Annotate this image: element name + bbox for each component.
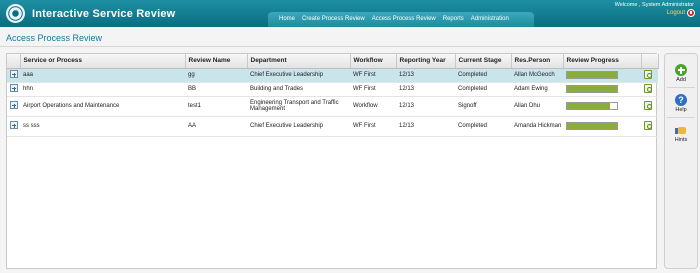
cell-service: ss sss — [20, 116, 185, 137]
review-progress-bar — [566, 122, 618, 130]
cell-department: Engineering Transport and Traffic Manage… — [247, 96, 350, 117]
cell-workflow: WF First — [350, 116, 396, 137]
progress-fill — [567, 72, 617, 78]
help-button[interactable]: ? Help — [665, 90, 697, 116]
review-grid: Service or Process Review Name Departmen… — [6, 53, 659, 269]
add-icon — [675, 64, 687, 76]
cell-department: Chief Executive Leadership — [247, 116, 350, 137]
table-row[interactable]: aaa gg Chief Executive Leadership WF Fir… — [7, 68, 658, 83]
table-header-row: Service or Process Review Name Departmen… — [7, 54, 659, 69]
view-review-icon[interactable] — [644, 69, 652, 79]
cell-reporting-year: 12/13 — [396, 96, 455, 117]
cell-res-person: Adam Ewing — [511, 82, 563, 97]
col-header-service[interactable]: Service or Process — [20, 54, 186, 69]
page-title: Access Process Review — [6, 33, 103, 43]
review-progress-bar — [566, 85, 618, 93]
nav-home[interactable]: Home — [279, 16, 295, 27]
col-header-review-progress[interactable]: Review Progress — [563, 54, 642, 69]
cell-workflow: Workflow — [350, 96, 396, 117]
cell-service: hhn — [20, 82, 185, 97]
col-header-res-person[interactable]: Res.Person — [511, 54, 564, 69]
cell-current-stage: Completed — [455, 68, 511, 83]
cell-res-person: Allan Dhu — [511, 96, 563, 117]
hints-button[interactable]: Hints — [665, 120, 697, 146]
review-progress-bar — [566, 71, 618, 79]
col-header-workflow[interactable]: Workflow — [350, 54, 397, 69]
progress-fill — [567, 103, 610, 109]
cell-current-stage: Signoff — [455, 96, 511, 117]
nav-reports[interactable]: Reports — [443, 16, 464, 27]
col-header-actions — [641, 54, 659, 69]
cell-service: aaa — [20, 68, 185, 83]
col-header-expand — [7, 54, 21, 69]
divider — [667, 87, 695, 88]
main-nav: Home Create Process Review Access Proces… — [268, 12, 534, 27]
thumbs-up-icon — [675, 124, 687, 135]
cell-department: Chief Executive Leadership — [247, 68, 350, 83]
action-sidebar: Add ? Help Hints — [664, 53, 698, 269]
view-review-icon[interactable] — [644, 100, 652, 110]
nav-administration[interactable]: Administration — [471, 16, 509, 27]
cell-reporting-year: 12/13 — [396, 116, 455, 137]
col-header-current-stage[interactable]: Current Stage — [455, 54, 512, 69]
progress-fill — [567, 123, 617, 129]
view-review-icon[interactable] — [644, 83, 652, 93]
expand-icon[interactable] — [10, 121, 18, 129]
nav-create-process-review[interactable]: Create Process Review — [302, 16, 365, 27]
table-row[interactable]: hhn BB Building and Trades WF First 12/1… — [7, 82, 658, 97]
cell-res-person: Amanda Hickman — [511, 116, 563, 137]
col-header-reporting-year[interactable]: Reporting Year — [396, 54, 456, 69]
view-review-icon[interactable] — [644, 120, 652, 130]
welcome-text: Welcome , System Administrator — [614, 2, 694, 8]
add-button[interactable]: Add — [665, 60, 697, 86]
help-icon: ? — [675, 94, 687, 106]
cell-service: Airport Operations and Maintenance — [20, 96, 185, 117]
cell-workflow: WF First — [350, 82, 396, 97]
expand-icon[interactable] — [10, 84, 18, 92]
app-header: Interactive Service Review Home Create P… — [0, 0, 700, 27]
nav-access-process-review[interactable]: Access Process Review — [372, 16, 436, 27]
review-progress-bar — [566, 102, 618, 110]
cell-review-name: gg — [185, 68, 247, 83]
cell-current-stage: Completed — [455, 82, 511, 97]
add-label: Add — [676, 77, 686, 83]
divider — [667, 117, 695, 118]
cell-workflow: WF First — [350, 68, 396, 83]
logout-link[interactable]: Logout — [667, 10, 685, 16]
cell-res-person: Allan McGeoch — [511, 68, 563, 83]
hints-label: Hints — [674, 137, 688, 143]
cell-review-name: test1 — [185, 96, 247, 117]
expand-icon[interactable] — [10, 101, 18, 109]
help-label: Help — [675, 107, 687, 113]
divider — [0, 46, 700, 47]
col-header-department[interactable]: Department — [247, 54, 351, 69]
cell-reporting-year: 12/13 — [396, 68, 455, 83]
cell-current-stage: Completed — [455, 116, 511, 137]
cell-reporting-year: 12/13 — [396, 82, 455, 97]
cell-review-name: AA — [185, 116, 247, 137]
expand-icon[interactable] — [10, 70, 18, 78]
table-row[interactable]: Airport Operations and Maintenance test1… — [7, 96, 658, 117]
power-icon[interactable] — [687, 9, 695, 17]
cell-review-name: BB — [185, 82, 247, 97]
app-logo-icon — [6, 4, 25, 23]
app-title: Interactive Service Review — [32, 8, 176, 20]
progress-fill — [567, 86, 617, 92]
col-header-review-name[interactable]: Review Name — [185, 54, 248, 69]
table-row[interactable]: ss sss AA Chief Executive Leadership WF … — [7, 116, 658, 137]
cell-department: Building and Trades — [247, 82, 350, 97]
